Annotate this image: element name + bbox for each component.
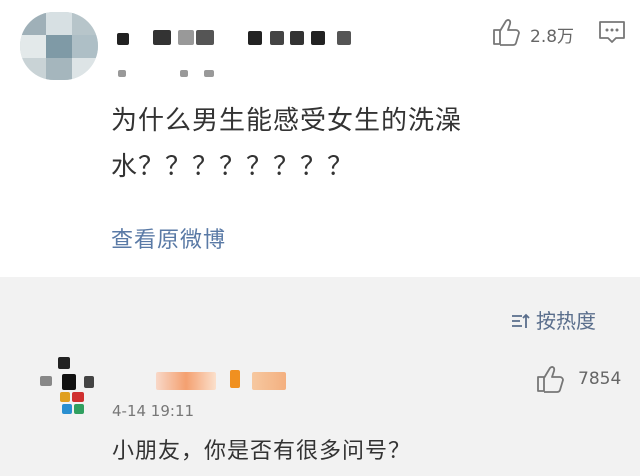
post-text-line2: 水？？？？？？？？ [111, 152, 355, 182]
sort-label: 按热度 [536, 309, 596, 333]
post-like-count: 2.8万 [530, 27, 575, 47]
sort-icon [512, 313, 530, 328]
sort-by-hot-button[interactable]: 按热度 [510, 305, 596, 334]
comment-timestamp: 4-14 19:11 [112, 402, 195, 420]
comment-text: 小朋友，你是否有很多问号？ [112, 439, 412, 464]
comment-like-count: 7854 [578, 369, 622, 389]
view-original-link[interactable]: 查看原微博 [111, 222, 226, 254]
post-card: 2.8万 为什么男生能感受女生的洗澡 水？？？？？？？？ 查看原微博 [0, 0, 640, 277]
post-text-line1: 为什么男生能感受女生的洗澡 [111, 106, 463, 136]
comment-thumbs-up-icon[interactable] [536, 365, 566, 393]
comment-icon[interactable] [598, 20, 626, 44]
post-text: 为什么男生能感受女生的洗澡 水？？？？？？？？ [111, 98, 531, 190]
post-author-avatar[interactable] [20, 12, 98, 80]
thumbs-up-icon[interactable] [492, 18, 522, 46]
